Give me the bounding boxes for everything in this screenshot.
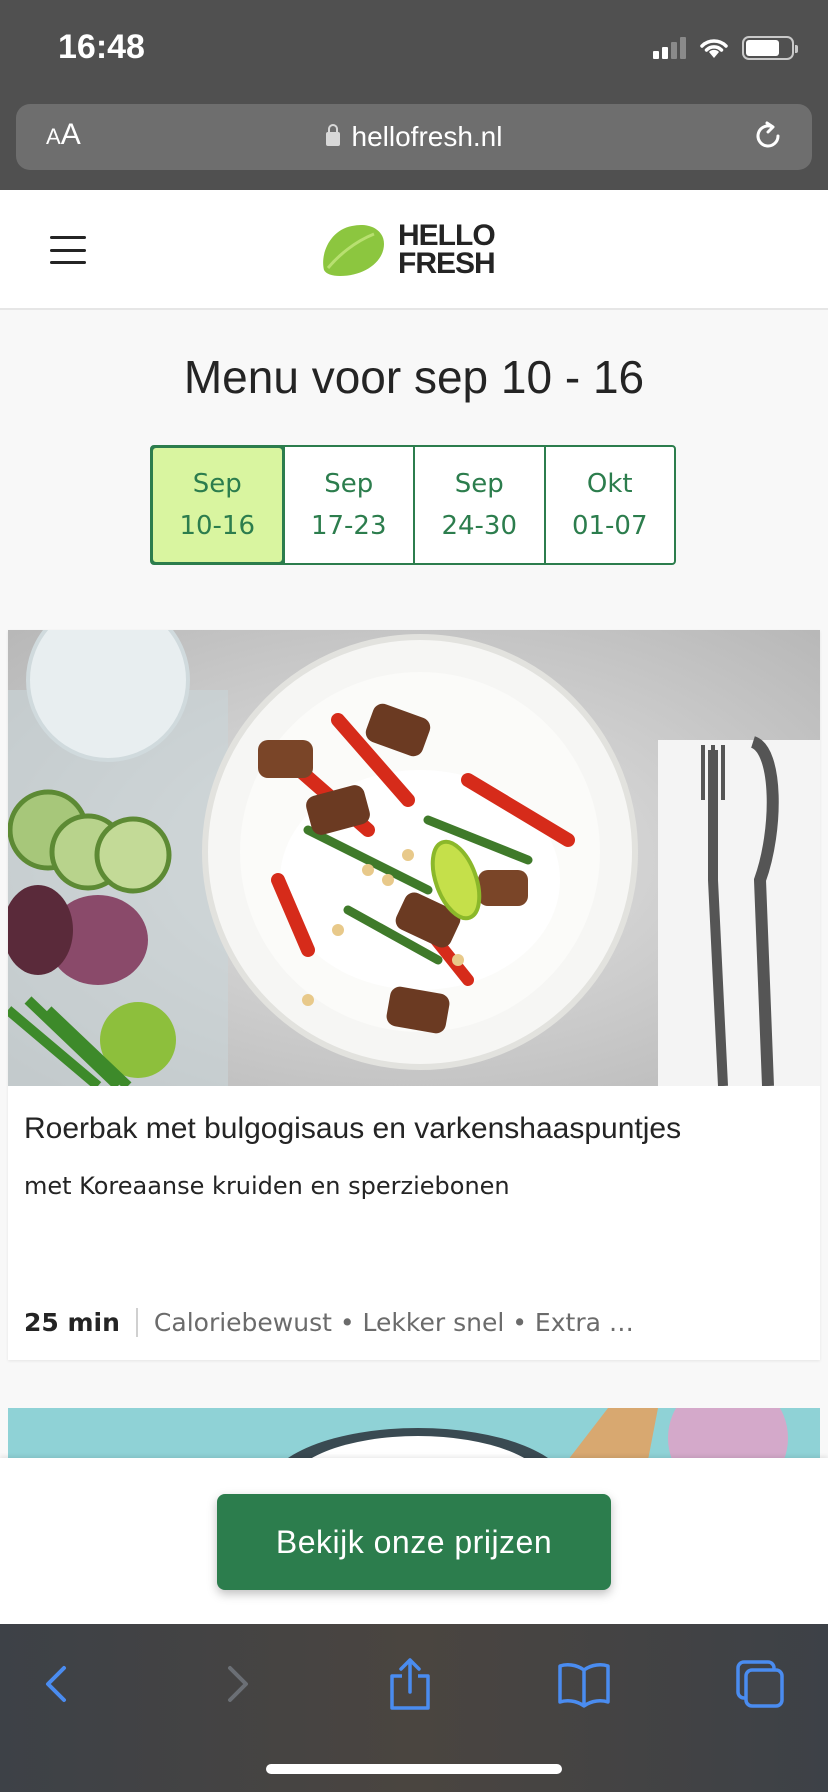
sticky-cta-area: Bekijk onze prijzen (0, 1458, 828, 1624)
recipe-image (8, 630, 820, 1086)
status-icons (653, 36, 798, 60)
recipe-subtitle: met Koreaanse kruiden en sperziebonen (24, 1172, 510, 1200)
page-title: Menu voor sep 10 - 16 (183, 351, 645, 403)
week-option-2[interactable]: Sep 17-23 (282, 447, 414, 563)
menu-icon[interactable] (50, 236, 86, 264)
week-option-1[interactable]: Sep 10-16 (150, 445, 285, 565)
address-bar[interactable]: AA hellofresh.nl (16, 104, 812, 170)
week-option-4[interactable]: Okt 01-07 (543, 447, 675, 563)
url-field[interactable]: hellofresh.nl (16, 121, 812, 153)
tabs-icon[interactable] (730, 1654, 790, 1714)
status-time: 16:48 (58, 28, 145, 66)
recipe-meta: 25 min Caloriebewust • Lekker snel • Ext… (24, 1308, 634, 1337)
share-icon[interactable] (380, 1654, 440, 1714)
next-recipe-card[interactable] (8, 1408, 820, 1460)
week-option-3[interactable]: Sep 24-30 (413, 447, 544, 563)
recipe-time: 25 min (24, 1308, 138, 1337)
browser-url-area: AA hellofresh.nl (0, 96, 828, 190)
recipe-tags: Caloriebewust • Lekker snel • Extra … (153, 1308, 634, 1337)
home-indicator (266, 1764, 562, 1774)
back-icon[interactable] (28, 1654, 88, 1714)
battery-level (746, 40, 779, 56)
cellular-signal-icon (653, 37, 686, 59)
next-recipe-image (8, 1408, 820, 1460)
view-prices-button[interactable]: Bekijk onze prijzen (217, 1494, 611, 1590)
reload-icon[interactable] (750, 118, 786, 154)
logo-text: HELLO FRESH (398, 219, 496, 280)
site-header: HELLO FRESH (0, 190, 828, 310)
forward-icon[interactable] (206, 1654, 266, 1714)
wifi-icon (700, 39, 728, 58)
hellofresh-logo[interactable]: HELLO FRESH (318, 216, 508, 282)
battery-icon (742, 36, 798, 60)
lime-logo-icon (323, 224, 384, 276)
week-selector: Sep 10-16 Sep 17-23 Sep 24-30 Okt 01-07 (150, 445, 676, 565)
bookmarks-icon[interactable] (554, 1654, 614, 1714)
lock-icon (325, 124, 340, 146)
recipe-title[interactable]: Roerbak met bulgogisaus en varkenshaaspu… (24, 1112, 681, 1146)
url-text: hellofresh.nl (351, 121, 503, 152)
status-bar: 16:48 (0, 0, 828, 96)
recipe-card[interactable]: Roerbak met bulgogisaus en varkenshaaspu… (8, 630, 820, 1360)
